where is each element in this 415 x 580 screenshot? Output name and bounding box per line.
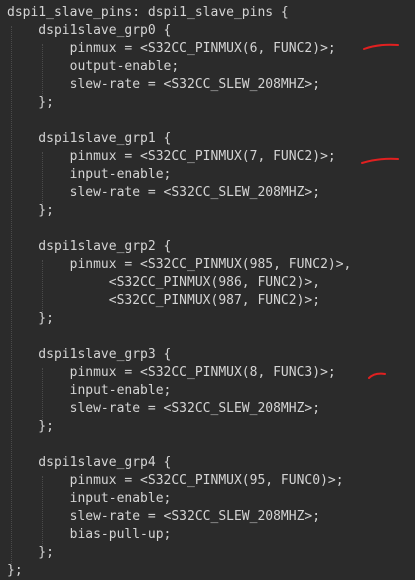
code-line: pinmux = <S32CC_PINMUX(6, FUNC2)>; [7,41,336,56]
code-line: dspi1slave_grp3 { [7,347,172,362]
red-underline-mark [368,372,386,379]
code-line: dspi1slave_grp1 { [7,131,172,146]
code-line: slew-rate = <S32CC_SLEW_208MHZ>; [7,77,321,92]
code-editor[interactable]: dspi1_slave_pins: dspi1_slave_pins { dsp… [0,0,415,580]
code-line: }; [7,545,54,560]
code-line: }; [7,95,54,110]
code-line: input-enable; [7,491,172,506]
code-line: dspi1slave_grp4 { [7,455,172,470]
code-line: output-enable; [7,59,180,74]
code-line: slew-rate = <S32CC_SLEW_208MHZ>; [7,185,321,200]
code-line: slew-rate = <S32CC_SLEW_208MHZ>; [7,401,321,416]
red-underline-mark [361,157,399,164]
code-line: dspi1slave_grp2 { [7,239,172,254]
code-line: }; [7,311,54,326]
code-line: bias-pull-up; [7,527,172,542]
code-line: <S32CC_PINMUX(986, FUNC2)>, [7,275,321,290]
code-line: dspi1_slave_pins: dspi1_slave_pins { [7,5,289,20]
code-line: input-enable; [7,383,172,398]
red-underline-mark [363,43,399,50]
code-line: dspi1slave_grp0 { [7,23,172,38]
code-line: }; [7,419,54,434]
code-line: slew-rate = <S32CC_SLEW_208MHZ>; [7,509,321,524]
code-line: pinmux = <S32CC_PINMUX(8, FUNC3)>; [7,365,336,380]
code-line: }; [7,563,23,578]
code-line: <S32CC_PINMUX(987, FUNC2)>; [7,293,321,308]
code-line: }; [7,203,54,218]
code-line: pinmux = <S32CC_PINMUX(95, FUNC0)>; [7,473,344,488]
code-line: pinmux = <S32CC_PINMUX(7, FUNC2)>; [7,149,336,164]
code-line: pinmux = <S32CC_PINMUX(985, FUNC2)>, [7,257,352,272]
code-line: input-enable; [7,167,172,182]
